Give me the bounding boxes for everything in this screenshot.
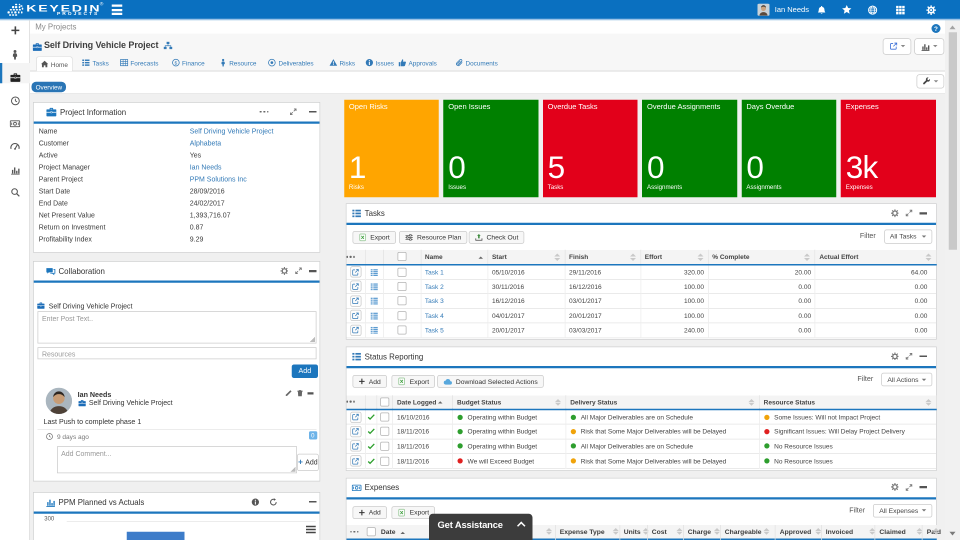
svg-text:$: $ — [174, 61, 177, 67]
